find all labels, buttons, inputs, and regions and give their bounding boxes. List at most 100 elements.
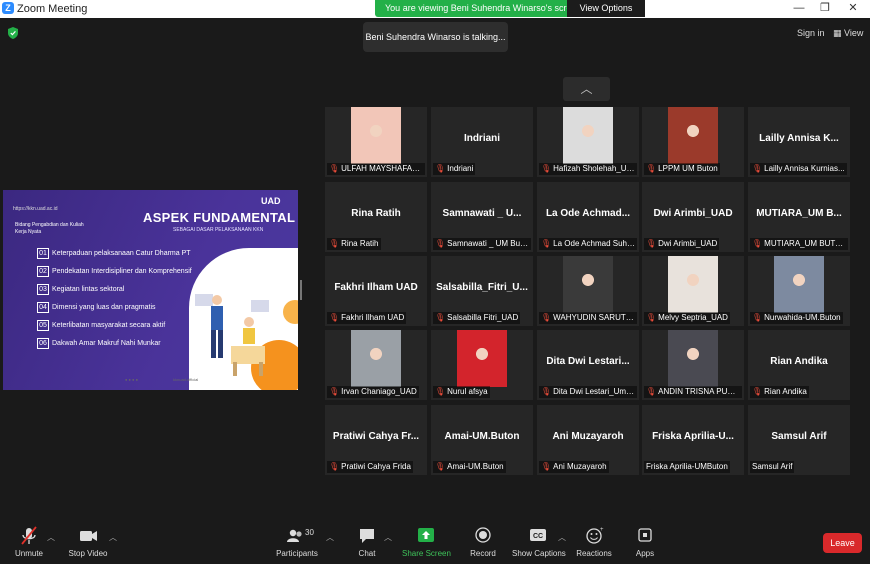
participant-tile[interactable]: 🎙 ANDIN TRISNA PUTRI... bbox=[642, 330, 744, 400]
participant-name: La Ode Achmad Suhe... bbox=[553, 239, 637, 248]
participant-name: Fakhri Ilham UAD bbox=[341, 313, 405, 322]
participant-tile[interactable]: Pratiwi Cahya Fr... 🎙 Pratiwi Cahya Frida bbox=[325, 405, 427, 475]
participants-button[interactable]: 30 Participants bbox=[275, 526, 319, 558]
participant-tile[interactable]: Amai-UM.Buton 🎙 Amai-UM.Buton bbox=[431, 405, 533, 475]
reactions-label: Reactions bbox=[576, 549, 612, 558]
participant-name-label: 🎙 Fakhri Ilham UAD bbox=[327, 312, 407, 324]
muted-microphone-icon: 🎙 bbox=[329, 387, 340, 396]
participant-tile[interactable]: Dita Dwi Lestari... 🎙 Dita Dwi Lestari_UmB… bbox=[537, 330, 639, 400]
apps-icon bbox=[638, 528, 652, 542]
participant-tile[interactable]: La Ode Achmad... 🎙 La Ode Achmad Suhe... bbox=[537, 182, 639, 252]
participant-tile[interactable]: 🎙 Nurwahida-UM.Buton bbox=[748, 256, 850, 326]
participant-tile[interactable]: 🎙 Melvy Septria_UAD bbox=[642, 256, 744, 326]
participant-name: Amai-UM.Buton bbox=[447, 462, 504, 471]
participant-display-name: Lailly Annisa K... bbox=[759, 133, 839, 144]
share-screen-button[interactable]: Share Screen bbox=[402, 526, 451, 558]
participant-name-label: 🎙 Rina Ratih bbox=[327, 238, 381, 250]
collapse-gallery-button[interactable]: ︿ bbox=[563, 77, 610, 101]
slide-point: 05 Keterlibatan masyarakat secara aktif bbox=[37, 320, 165, 331]
video-options-caret[interactable]: ︿ bbox=[109, 532, 117, 543]
participant-name: Irvan Chaniago_UAD bbox=[341, 387, 417, 396]
participant-name: Nurwahida-UM.Buton bbox=[764, 313, 841, 322]
participant-name: Dita Dwi Lestari_UmB... bbox=[553, 387, 637, 396]
participant-tile[interactable]: Ani Muzayaroh 🎙 Ani Muzayaroh bbox=[537, 405, 639, 475]
participant-tile[interactable]: MUTIARA_UM B... 🎙 MUTIARA_UM BUTON bbox=[748, 182, 850, 252]
audio-options-caret[interactable]: ︿ bbox=[47, 532, 55, 543]
participant-name: Melvy Septria_UAD bbox=[658, 313, 728, 322]
slide-url: https://kkn.uad.ac.id bbox=[13, 206, 58, 212]
unmute-button[interactable]: Unmute bbox=[14, 526, 44, 558]
view-options-button[interactable]: View Options bbox=[567, 0, 645, 17]
stop-video-button[interactable]: Stop Video bbox=[68, 526, 108, 558]
participant-tile[interactable]: Fakhri Ilham UAD 🎙 Fakhri Ilham UAD bbox=[325, 256, 427, 326]
leave-button[interactable]: Leave bbox=[823, 533, 862, 553]
participant-tile[interactable]: Lailly Annisa K... 🎙 Lailly Annisa Kurnias… bbox=[748, 107, 850, 177]
participant-name: Samsul Arif bbox=[752, 462, 793, 471]
sign-in-link[interactable]: Sign in bbox=[797, 28, 825, 38]
split-divider-handle[interactable] bbox=[300, 280, 302, 300]
participant-name: Indriani bbox=[447, 164, 474, 173]
participant-video bbox=[351, 330, 401, 387]
participant-name-label: Samsul Arif bbox=[750, 461, 795, 473]
muted-microphone-icon: 🎙 bbox=[329, 164, 340, 173]
participant-name-label: 🎙 WAHYUDIN SARUTRA bbox=[539, 312, 637, 324]
participant-tile[interactable]: 🎙 Hafizah Sholehah_UM... bbox=[537, 107, 639, 177]
participant-name: Pratiwi Cahya Frida bbox=[341, 462, 411, 471]
participant-display-name: MUTIARA_UM B... bbox=[756, 208, 842, 219]
view-button[interactable]: ▦ View bbox=[833, 28, 863, 39]
muted-microphone-icon: 🎙 bbox=[435, 462, 446, 471]
participant-tile[interactable]: Salsabilla_Fitri_U... 🎙 Salsabilla Fitri_U… bbox=[431, 256, 533, 326]
record-button[interactable]: Record bbox=[468, 526, 498, 558]
chat-button[interactable]: Chat bbox=[352, 526, 382, 558]
maximize-icon[interactable]: ❐ bbox=[812, 0, 838, 18]
participant-tile[interactable]: Rina Ratih 🎙 Rina Ratih bbox=[325, 182, 427, 252]
participant-tile[interactable]: 🎙 LPPM UM Buton bbox=[642, 107, 744, 177]
muted-microphone-icon: 🎙 bbox=[646, 313, 657, 322]
participant-name: Friska Aprilia-UMButon bbox=[646, 462, 728, 471]
participant-tile[interactable]: Samnawati _ U... 🎙 Samnawati _ UM Buton bbox=[431, 182, 533, 252]
participant-tile[interactable]: 🎙 ULFAH MAYSHAFARA ... bbox=[325, 107, 427, 177]
participant-video bbox=[457, 330, 507, 387]
chat-bubble-icon bbox=[360, 529, 374, 543]
participant-tile[interactable]: Samsul Arif Samsul Arif bbox=[748, 405, 850, 475]
participant-name: WAHYUDIN SARUTRA bbox=[553, 313, 637, 322]
chat-options-caret[interactable]: ︿ bbox=[384, 532, 392, 543]
participant-display-name: Rian Andika bbox=[770, 356, 828, 367]
participant-display-name: Fakhri Ilham UAD bbox=[334, 282, 418, 293]
minimize-icon[interactable]: — bbox=[786, 0, 812, 18]
muted-microphone-icon: 🎙 bbox=[435, 164, 446, 173]
muted-microphone-icon: 🎙 bbox=[329, 313, 340, 322]
participants-options-caret[interactable]: ︿ bbox=[326, 532, 334, 543]
closed-captions-icon: CC bbox=[530, 529, 546, 541]
participants-label: Participants bbox=[276, 549, 318, 558]
participant-name: ANDIN TRISNA PUTRI... bbox=[658, 387, 742, 396]
muted-microphone-icon: 🎙 bbox=[329, 462, 340, 471]
reactions-button[interactable]: + Reactions bbox=[576, 526, 612, 558]
zoom-logo-icon: Z bbox=[2, 2, 14, 14]
show-captions-button[interactable]: CC Show Captions bbox=[512, 526, 566, 558]
participant-name-label: 🎙 Salsabilla Fitri_UAD bbox=[433, 312, 521, 324]
participant-video bbox=[668, 107, 718, 164]
talking-indicator: Beni Suhendra Winarso is talking... bbox=[363, 22, 508, 52]
participant-name-label: 🎙 Hafizah Sholehah_UM... bbox=[539, 163, 637, 175]
participant-name: Rian Andika bbox=[764, 387, 807, 396]
muted-microphone-icon: 🎙 bbox=[646, 387, 657, 396]
participant-name-label: 🎙 Irvan Chaniago_UAD bbox=[327, 386, 419, 398]
muted-microphone-icon: 🎙 bbox=[435, 313, 446, 322]
participant-tile[interactable]: Rian Andika 🎙 Rian Andika bbox=[748, 330, 850, 400]
participant-tile[interactable]: Indriani 🎙 Indriani bbox=[431, 107, 533, 177]
participant-tile[interactable]: 🎙 Nurul afsya bbox=[431, 330, 533, 400]
svg-text:CC: CC bbox=[533, 533, 543, 540]
apps-button[interactable]: Apps bbox=[630, 526, 660, 558]
security-shield-icon[interactable] bbox=[8, 27, 18, 39]
participant-tile[interactable]: Friska Aprilia-U... Friska Aprilia-UMButo… bbox=[642, 405, 744, 475]
captions-options-caret[interactable]: ︿ bbox=[558, 532, 566, 543]
participant-tile[interactable]: 🎙 WAHYUDIN SARUTRA bbox=[537, 256, 639, 326]
participant-tile[interactable]: 🎙 Irvan Chaniago_UAD bbox=[325, 330, 427, 400]
participant-name: Samnawati _ UM Buton bbox=[447, 239, 531, 248]
record-label: Record bbox=[470, 549, 496, 558]
close-icon[interactable]: ✕ bbox=[840, 0, 866, 18]
participant-display-name: Ani Muzayaroh bbox=[552, 431, 624, 442]
participant-name-label: 🎙 Melvy Septria_UAD bbox=[644, 312, 730, 324]
participant-tile[interactable]: Dwi Arimbi_UAD 🎙 Dwi Arimbi_UAD bbox=[642, 182, 744, 252]
